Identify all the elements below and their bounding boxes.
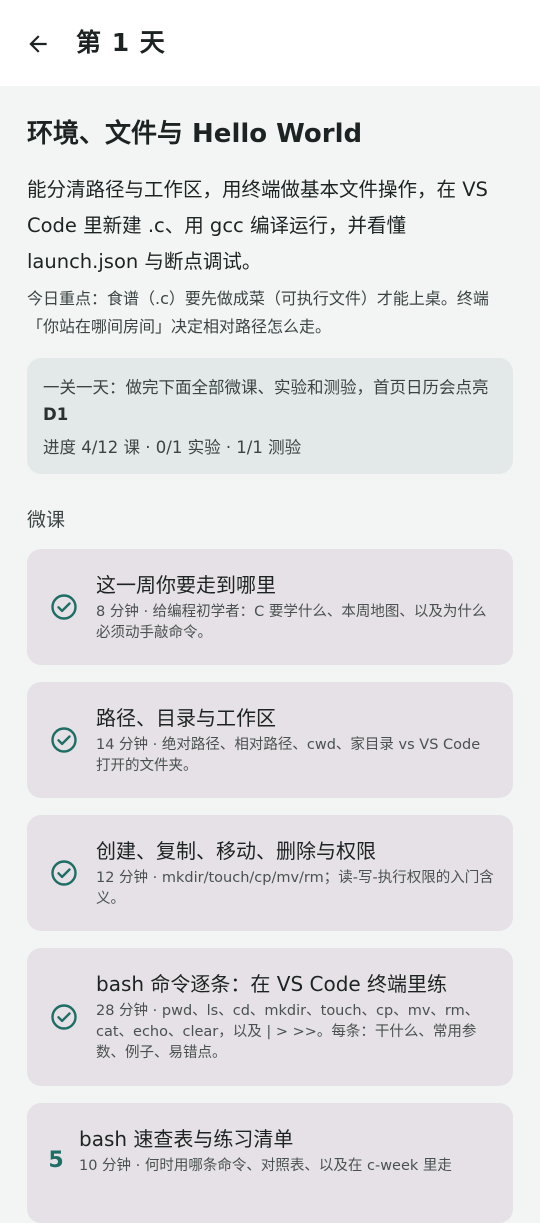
lesson-meta: 8 分钟 · 给编程初学者：C 要学什么、本周地图、以及为什么必须动手敲命令。 (96, 604, 487, 641)
lesson-meta: 10 分钟 · 何时用哪条命令、对照表、以及在 c-week 里走 (79, 1158, 452, 1174)
lesson-status (49, 1002, 79, 1032)
lesson-meta: 12 分钟 · mkdir/touch/cp/mv/rm；读-写-执行权限的入门… (96, 870, 494, 907)
lesson-card[interactable]: bash 命令逐条：在 VS Code 终端里练 28 分钟 · pwd、ls、… (27, 948, 513, 1086)
lesson-title: bash 命令逐条：在 VS Code 终端里练 (96, 972, 448, 996)
lesson-title: 路径、目录与工作区 (96, 706, 276, 730)
lesson-title: bash 速查表与练习清单 (79, 1127, 294, 1151)
section-label-lessons: 微课 (27, 509, 66, 531)
day-focus: 今日重点：食谱（.c）要先做成菜（可执行文件）才能上桌。终端「你站在哪间房间」决… (27, 289, 489, 336)
lesson-status (49, 725, 79, 755)
lesson-text: bash 命令逐条：在 VS Code 终端里练 28 分钟 · pwd、ls、… (96, 969, 495, 1064)
lesson-title: 这一周你要走到哪里 (96, 573, 276, 597)
lesson-text: bash 速查表与练习清单 10 分钟 · 何时用哪条命令、对照表、以及在 c-… (79, 1124, 495, 1177)
lesson-number-label: 5 (48, 1147, 64, 1173)
check-circle-icon (51, 727, 77, 753)
lesson-card[interactable]: 创建、复制、移动、删除与权限 12 分钟 · mkdir/touch/cp/mv… (27, 815, 513, 931)
lesson-title: 创建、复制、移动、删除与权限 (96, 839, 376, 863)
lesson-text: 这一周你要走到哪里 8 分钟 · 给编程初学者：C 要学什么、本周地图、以及为什… (96, 570, 495, 644)
arrow-left-icon (29, 35, 47, 53)
app-bar: 第 1 天 (0, 0, 540, 86)
progress-card: 一关一天：做完下面全部微课、实验和测验，首页日历会点亮 D1 进度 4/12 课… (27, 358, 513, 474)
progress-goal-text: 一关一天：做完下面全部微课、实验和测验，首页日历会点亮 (43, 378, 489, 397)
page-title: 第 1 天 (76, 28, 166, 57)
check-circle-icon (51, 860, 77, 886)
check-circle-icon (51, 1004, 77, 1030)
lesson-card[interactable]: 路径、目录与工作区 14 分钟 · 绝对路径、相对路径、cwd、家目录 vs V… (27, 682, 513, 798)
day-description: 能分清路径与工作区，用终端做基本文件操作，在 VS Code 里新建 .c、用 … (27, 178, 488, 273)
lesson-meta: 14 分钟 · 绝对路径、相对路径、cwd、家目录 vs VS Code 打开的… (96, 737, 481, 774)
lesson-card[interactable]: 这一周你要走到哪里 8 分钟 · 给编程初学者：C 要学什么、本周地图、以及为什… (27, 549, 513, 665)
lesson-status (49, 858, 79, 888)
lesson-text: 创建、复制、移动、删除与权限 12 分钟 · mkdir/touch/cp/mv… (96, 836, 495, 910)
progress-stats: 进度 4/12 课 · 0/1 实验 · 1/1 测验 (43, 438, 302, 457)
day-heading: 环境、文件与 Hello World (27, 119, 363, 149)
lesson-card[interactable]: 5 bash 速查表与练习清单 10 分钟 · 何时用哪条命令、对照表、以及在 … (27, 1103, 513, 1223)
lesson-status (49, 592, 79, 622)
lesson-text: 路径、目录与工作区 14 分钟 · 绝对路径、相对路径、cwd、家目录 vs V… (96, 703, 495, 777)
check-circle-icon (51, 594, 77, 620)
progress-goal: 一关一天：做完下面全部微课、实验和测验，首页日历会点亮 D1 (43, 374, 497, 428)
back-button[interactable] (18, 24, 58, 64)
lesson-meta: 28 分钟 · pwd、ls、cd、mkdir、touch、cp、mv、rm、c… (96, 1003, 480, 1061)
day-badge: D1 (43, 405, 69, 424)
